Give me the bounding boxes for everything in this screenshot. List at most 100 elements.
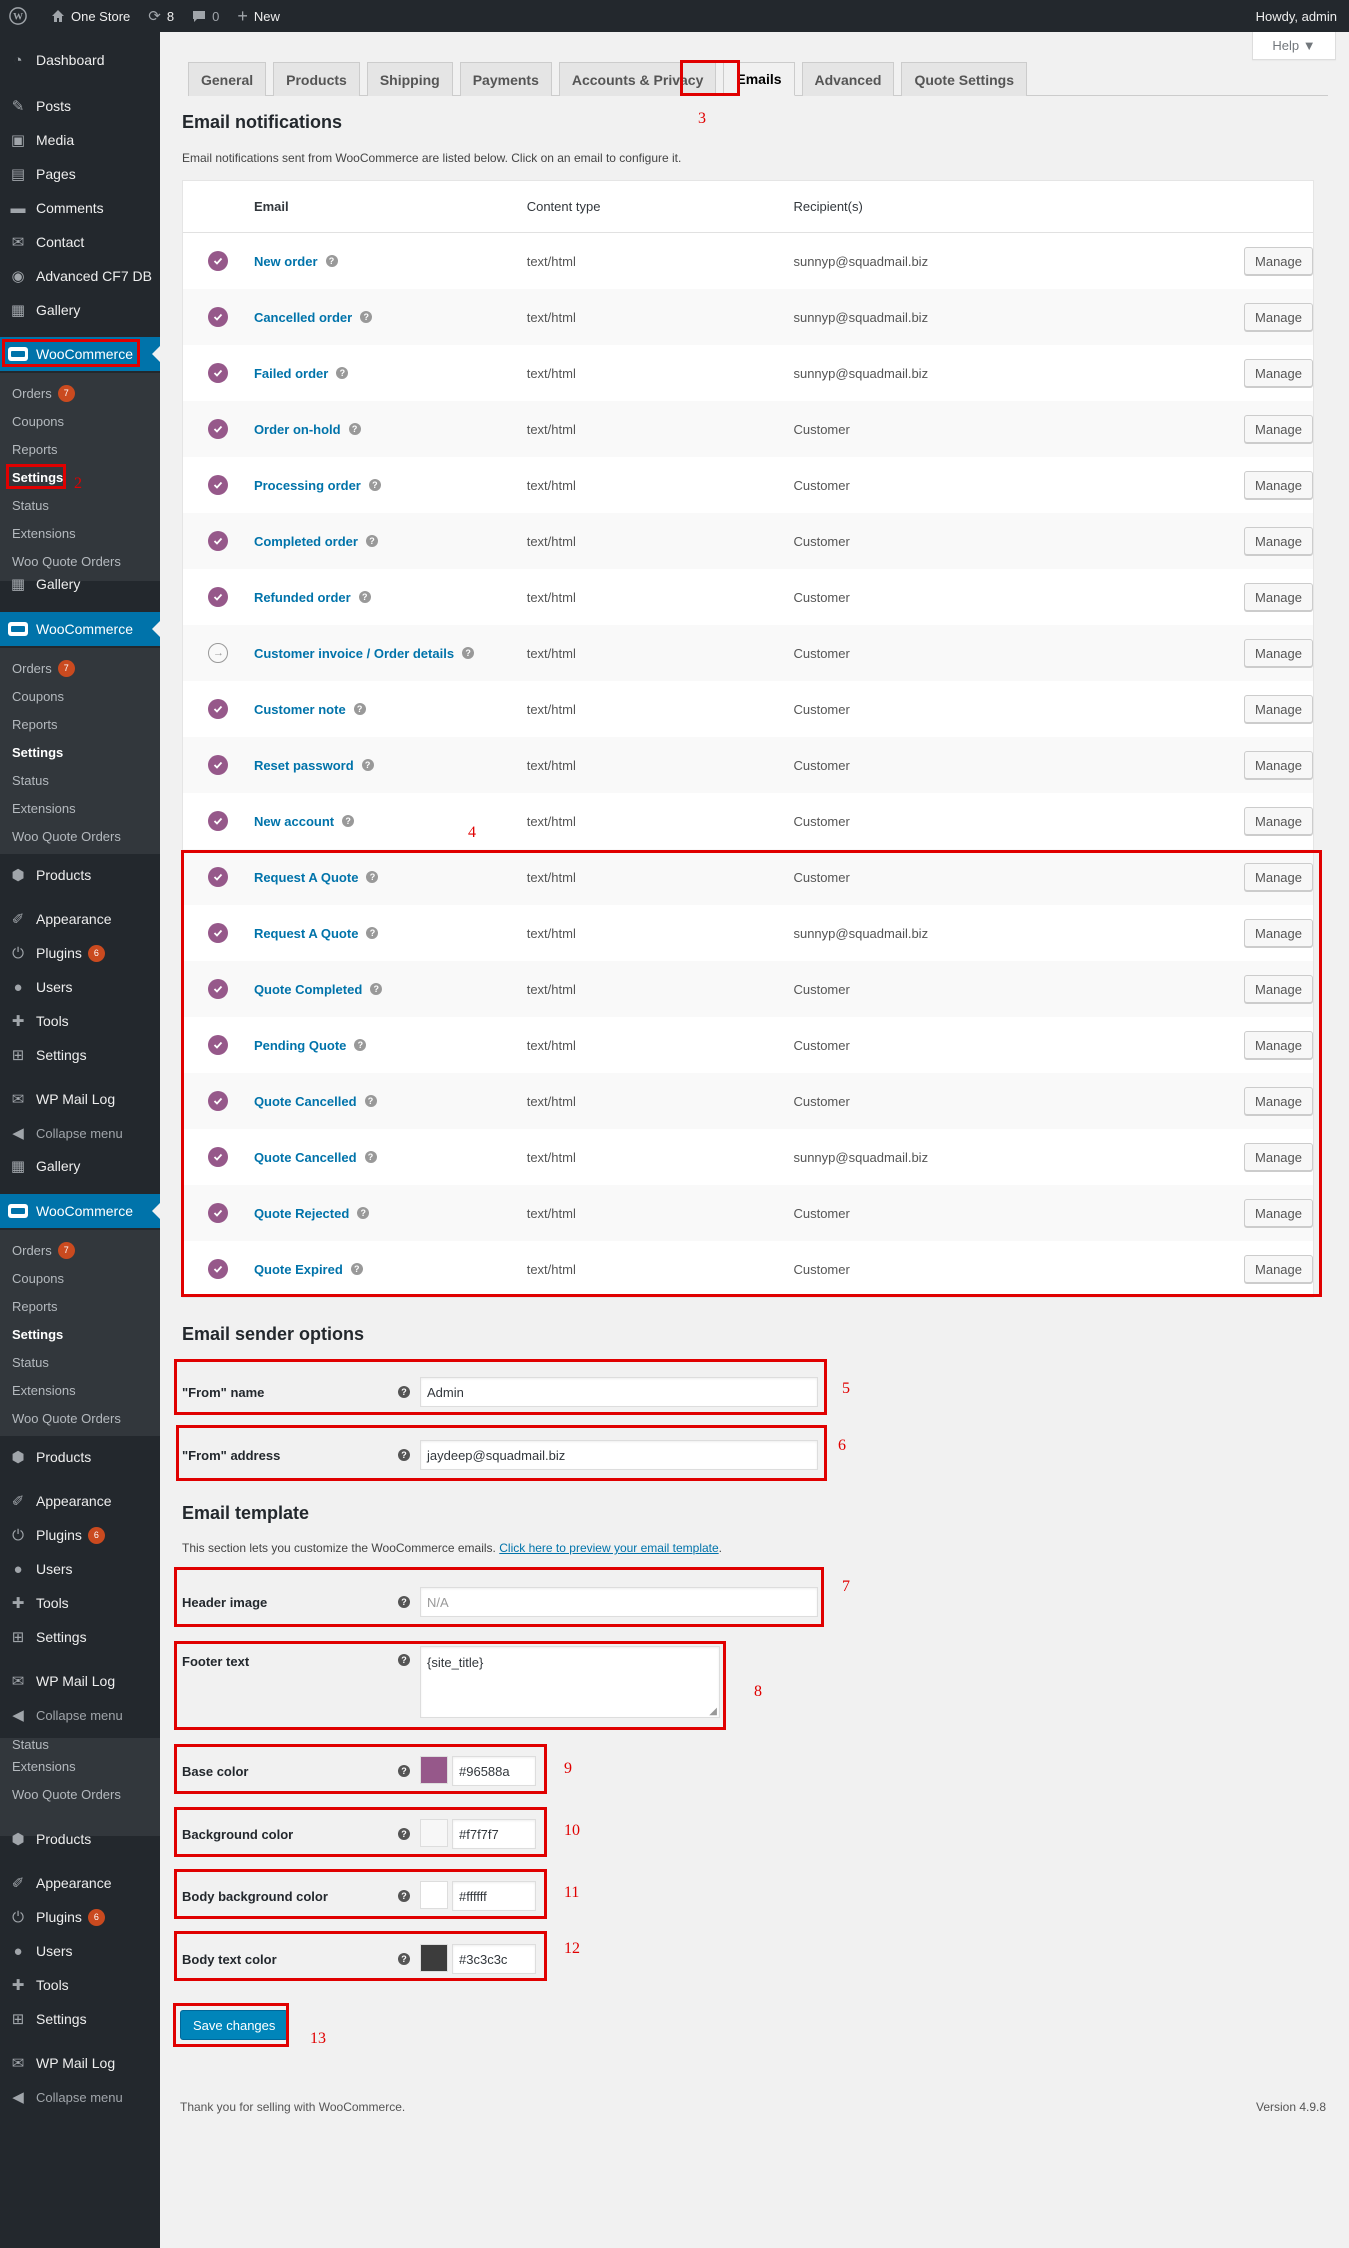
collapse-menu-2[interactable]: ◀ Collapse menu	[0, 1698, 160, 1732]
submenu-woo-quote-orders[interactable]: Woo Quote Orders	[0, 547, 160, 575]
email-link[interactable]: New account	[254, 814, 334, 829]
email-link[interactable]: Customer invoice / Order details	[254, 646, 454, 661]
submenu-settings[interactable]: Settings	[0, 1320, 160, 1348]
manage-button[interactable]: Manage	[1244, 247, 1313, 275]
menu-appearance-3[interactable]: ✐ Appearance	[0, 1866, 160, 1900]
submenu-extensions[interactable]: Extensions	[0, 519, 160, 547]
submenu-orders[interactable]: Orders 7	[0, 379, 160, 407]
updates-link[interactable]: ⟳ 8	[139, 0, 183, 32]
manage-button[interactable]: Manage	[1244, 303, 1313, 331]
menu-settings-2[interactable]: ⊞ Settings	[0, 1620, 160, 1654]
email-link[interactable]: Completed order	[254, 534, 358, 549]
help-tip-icon[interactable]: ?	[325, 255, 338, 267]
menu-plugins-2[interactable]: ⏻ Plugins 6	[0, 1518, 160, 1552]
menu-appearance-2[interactable]: ✐ Appearance	[0, 1484, 160, 1518]
email-link[interactable]: Failed order	[254, 366, 328, 381]
email-link[interactable]: Order on-hold	[254, 422, 341, 437]
submenu-settings[interactable]: Settings	[0, 738, 160, 766]
manage-button[interactable]: Manage	[1244, 471, 1313, 499]
help-tip-icon[interactable]: ?	[358, 591, 371, 603]
preview-template-link[interactable]: Click here to preview your email templat…	[499, 1541, 718, 1555]
howdy-account[interactable]: Howdy, admin	[1247, 0, 1349, 32]
submenu-status[interactable]: Status	[0, 491, 160, 519]
new-content-link[interactable]: + New	[228, 0, 289, 32]
manage-button[interactable]: Manage	[1244, 527, 1313, 555]
tab-shipping[interactable]: Shipping	[366, 62, 453, 96]
help-tip-icon[interactable]: ?	[342, 815, 355, 827]
menu-plugins[interactable]: ⏻ Plugins 6	[0, 936, 160, 970]
tab-advanced[interactable]: Advanced	[801, 62, 895, 96]
help-tip-icon[interactable]: ?	[462, 647, 475, 659]
manage-button[interactable]: Manage	[1244, 751, 1313, 779]
menu-gallery[interactable]: ▦ Gallery	[0, 293, 160, 327]
menu-pages[interactable]: ▤ Pages	[0, 157, 160, 191]
menu-gallery-overlap[interactable]: ▦ Gallery	[0, 574, 160, 594]
manage-button[interactable]: Manage	[1244, 807, 1313, 835]
menu-media[interactable]: ▣ Media	[0, 123, 160, 157]
menu-posts[interactable]: ✎ Posts	[0, 89, 160, 123]
submenu-coupons[interactable]: Coupons	[0, 407, 160, 435]
submenu-woo-quote-orders[interactable]: Woo Quote Orders	[0, 822, 160, 850]
menu-advanced-cf7-db[interactable]: ◉ Advanced CF7 DB	[0, 259, 160, 293]
submenu-reports[interactable]: Reports	[0, 435, 160, 463]
submenu-coupons[interactable]: Coupons	[0, 1264, 160, 1292]
help-tip-icon[interactable]: ?	[360, 311, 373, 323]
email-link[interactable]: Processing order	[254, 478, 361, 493]
menu-products-3[interactable]: ⬢ Products	[0, 1822, 160, 1856]
help-tip-icon[interactable]: ?	[365, 535, 378, 547]
menu-appearance[interactable]: ✐ Appearance	[0, 902, 160, 936]
menu-gallery-overlap-2[interactable]: ▦ Gallery	[0, 1156, 160, 1176]
submenu-orders[interactable]: Orders 7	[0, 654, 160, 682]
help-tab-button[interactable]: Help ▼	[1252, 32, 1336, 60]
menu-wp-mail-log-3[interactable]: ✉ WP Mail Log	[0, 2046, 160, 2080]
manage-button[interactable]: Manage	[1244, 639, 1313, 667]
tab-products[interactable]: Products	[273, 62, 360, 96]
tab-quote-settings[interactable]: Quote Settings	[901, 62, 1027, 96]
manage-button[interactable]: Manage	[1244, 695, 1313, 723]
email-link[interactable]: Reset password	[254, 758, 354, 773]
collapse-menu[interactable]: ◀ Collapse menu	[0, 1116, 160, 1150]
wordpress-logo-icon[interactable]: W	[0, 0, 42, 32]
menu-users-3[interactable]: ● Users	[0, 1934, 160, 1968]
submenu-woo-quote-orders[interactable]: Woo Quote Orders	[0, 1780, 160, 1808]
help-tip-icon[interactable]: ?	[361, 759, 374, 771]
manage-button[interactable]: Manage	[1244, 415, 1313, 443]
menu-tools-2[interactable]: ✚ Tools	[0, 1586, 160, 1620]
site-name-link[interactable]: One Store	[42, 0, 139, 32]
submenu-reports[interactable]: Reports	[0, 1292, 160, 1320]
submenu-status[interactable]: Status	[0, 766, 160, 794]
menu-wp-mail-log-2[interactable]: ✉ WP Mail Log	[0, 1664, 160, 1698]
help-tip-icon[interactable]: ?	[336, 367, 349, 379]
menu-settings-3[interactable]: ⊞ Settings	[0, 2002, 160, 2036]
menu-contact[interactable]: ✉ Contact	[0, 225, 160, 259]
submenu-coupons[interactable]: Coupons	[0, 682, 160, 710]
menu-comments[interactable]: ▬ Comments	[0, 191, 160, 225]
tab-payments[interactable]: Payments	[459, 62, 552, 96]
submenu-extensions[interactable]: Extensions	[0, 1376, 160, 1404]
submenu-extensions[interactable]: Extensions	[0, 794, 160, 822]
menu-products-2[interactable]: ⬢ Products	[0, 1440, 160, 1474]
menu-woocommerce-2[interactable]: WooCommerce	[0, 612, 160, 646]
menu-products[interactable]: ⬢ Products	[0, 858, 160, 892]
comments-link[interactable]: 0	[183, 0, 228, 32]
menu-settings[interactable]: ⊞ Settings	[0, 1038, 160, 1072]
email-link[interactable]: Customer note	[254, 702, 346, 717]
menu-plugins-3[interactable]: ⏻ Plugins 6	[0, 1900, 160, 1934]
collapse-menu-3[interactable]: ◀ Collapse menu	[0, 2080, 160, 2114]
email-link[interactable]: Cancelled order	[254, 310, 352, 325]
email-link[interactable]: New order	[254, 254, 318, 269]
submenu-reports[interactable]: Reports	[0, 710, 160, 738]
menu-users-2[interactable]: ● Users	[0, 1552, 160, 1586]
menu-tools-3[interactable]: ✚ Tools	[0, 1968, 160, 2002]
email-link[interactable]: Refunded order	[254, 590, 351, 605]
menu-woocommerce-3[interactable]: WooCommerce	[0, 1194, 160, 1228]
submenu-extensions[interactable]: Extensions	[0, 1752, 160, 1780]
menu-tools[interactable]: ✚ Tools	[0, 1004, 160, 1038]
tab-general[interactable]: General	[188, 62, 267, 96]
menu-wp-mail-log[interactable]: ✉ WP Mail Log	[0, 1082, 160, 1116]
help-tip-icon[interactable]: ?	[368, 479, 381, 491]
submenu-status[interactable]: Status	[0, 1738, 160, 1752]
submenu-orders[interactable]: Orders 7	[0, 1236, 160, 1264]
manage-button[interactable]: Manage	[1244, 583, 1313, 611]
help-tip-icon[interactable]: ?	[348, 423, 361, 435]
